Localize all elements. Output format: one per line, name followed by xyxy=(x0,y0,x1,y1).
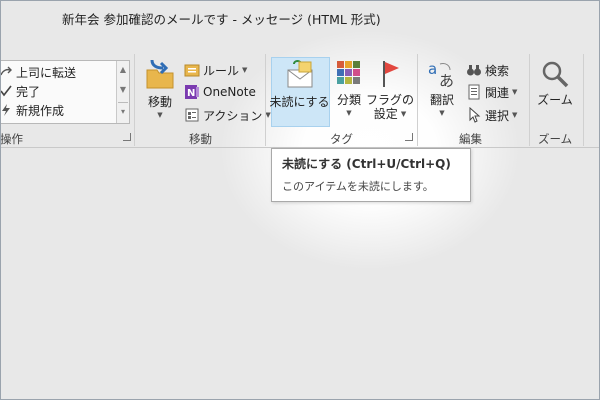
onenote-label: OneNote xyxy=(203,85,256,99)
dropdown-arrow-icon: ▼ xyxy=(265,111,271,119)
window-title: 新年会 参加確認のメールです - メッセージ (HTML 形式) xyxy=(62,12,381,27)
quick-step-forward-to-manager[interactable]: 上司に転送 xyxy=(0,63,76,81)
svg-text:N: N xyxy=(187,88,195,99)
dropdown-arrow-icon: ▼ xyxy=(512,111,518,119)
group-label-tags: タグ xyxy=(330,132,353,146)
dropdown-arrow-icon: ▼ xyxy=(242,66,248,74)
folder-move-icon xyxy=(143,58,177,95)
group-separator xyxy=(134,54,135,146)
group-label-quick-steps: 操作 xyxy=(0,132,23,146)
find-label: 検索 xyxy=(485,63,510,78)
quick-step-label: 完了 xyxy=(16,84,41,99)
quick-step-create-new[interactable]: 新規作成 xyxy=(0,101,64,119)
envelope-unread-icon xyxy=(283,58,317,95)
onenote-icon: N xyxy=(184,84,200,100)
gallery-scrollbar[interactable]: ▲ ▼ ▾ xyxy=(116,61,129,123)
quick-steps-dialog-launcher[interactable] xyxy=(123,133,131,141)
rules-button[interactable]: ルール ▼ xyxy=(184,61,247,79)
actions-label: アクション xyxy=(203,108,263,123)
mark-unread-label: 未読にする xyxy=(269,95,330,109)
rules-icon xyxy=(184,62,200,78)
group-label-editing: 編集 xyxy=(459,132,482,146)
quick-step-done[interactable]: 完了 xyxy=(0,82,40,100)
tooltip-description: このアイテムを未読にします。 xyxy=(282,180,434,193)
mark-unread-button[interactable]: 未読にする xyxy=(269,58,330,109)
flag-icon xyxy=(375,58,405,93)
group-label-move: 移動 xyxy=(189,132,212,146)
categorize-label: 分類 xyxy=(336,93,361,107)
cursor-arrow-icon xyxy=(466,106,482,123)
checkmark-icon xyxy=(0,84,13,98)
rules-label: ルール xyxy=(203,63,240,78)
group-separator xyxy=(417,54,418,146)
lightning-icon xyxy=(0,103,13,117)
zoom-label: ズーム xyxy=(537,93,573,107)
translate-label: 翻訳 xyxy=(429,93,454,107)
select-label: 選択 xyxy=(485,108,510,123)
tags-dialog-launcher[interactable] xyxy=(405,133,413,141)
translate-button[interactable]: a あ 翻訳 ▼ xyxy=(424,58,460,117)
actions-button[interactable]: アクション ▼ xyxy=(184,106,271,124)
move-button[interactable]: 移動 ▼ xyxy=(140,58,180,119)
quick-steps-gallery: 上司に転送 完了 新規作成 ▲ ▼ ▾ xyxy=(0,60,130,124)
move-label: 移動 xyxy=(147,95,172,109)
dropdown-arrow-icon: ▼ xyxy=(439,109,445,117)
mark-unread-tooltip: 未読にする (Ctrl+U/Ctrl+Q) このアイテムを未読にします。 xyxy=(271,148,471,202)
translate-icon: a あ xyxy=(426,58,458,93)
forward-arrow-icon xyxy=(0,65,13,79)
binoculars-icon xyxy=(466,62,482,78)
group-separator xyxy=(529,54,530,146)
group-separator xyxy=(583,54,584,146)
svg-text:あ: あ xyxy=(439,72,454,90)
quick-step-label: 新規作成 xyxy=(16,103,65,118)
find-button[interactable]: 検索 xyxy=(466,61,509,79)
select-button[interactable]: 選択 ▼ xyxy=(466,106,517,124)
related-icon xyxy=(466,84,482,100)
dropdown-arrow-icon: ▼ xyxy=(157,111,163,119)
onenote-button[interactable]: N OneNote xyxy=(184,83,256,101)
outlook-message-window: 新年会 参加確認のメールです - メッセージ (HTML 形式) 上司に転送 完… xyxy=(0,0,600,400)
categorize-button[interactable]: 分類 ▼ xyxy=(333,58,365,117)
quick-step-label: 上司に転送 xyxy=(16,65,77,80)
categorize-icon xyxy=(334,58,364,93)
related-label: 関連 xyxy=(485,85,510,100)
follow-up-button[interactable]: フラグの 設定 ▼ xyxy=(366,58,415,121)
gallery-expand[interactable]: ▾ xyxy=(118,102,128,121)
magnifier-icon xyxy=(539,58,571,93)
related-button[interactable]: 関連 ▼ xyxy=(466,83,517,101)
zoom-button[interactable]: ズーム xyxy=(536,58,574,107)
follow-up-label-line1: フラグの xyxy=(366,93,415,107)
group-label-zoom: ズーム xyxy=(538,132,573,146)
svg-text:a: a xyxy=(428,60,437,78)
title-bar: 新年会 参加確認のメールです - メッセージ (HTML 形式) xyxy=(0,0,600,36)
gallery-scroll-down[interactable]: ▼ xyxy=(118,81,128,99)
follow-up-label-line2: 設定 ▼ xyxy=(374,107,406,121)
tooltip-title: 未読にする (Ctrl+U/Ctrl+Q) xyxy=(282,157,451,171)
gallery-scroll-up[interactable]: ▲ xyxy=(118,61,128,79)
dropdown-arrow-icon: ▼ xyxy=(512,88,518,96)
dropdown-arrow-icon: ▼ xyxy=(400,110,407,118)
actions-icon xyxy=(184,107,200,123)
dropdown-arrow-icon: ▼ xyxy=(346,109,352,117)
group-separator xyxy=(265,54,266,146)
follow-up-label-text: 設定 xyxy=(373,107,398,121)
